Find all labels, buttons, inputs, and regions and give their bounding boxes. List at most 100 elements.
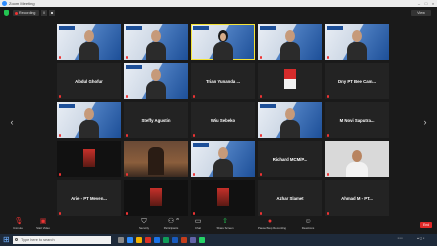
participant-tile[interactable]: [191, 24, 255, 60]
participant-tile[interactable]: [191, 141, 255, 177]
participants-button[interactable]: ⚇ Participants 25: [159, 218, 183, 233]
recording-indicator[interactable]: Recording: [13, 10, 39, 16]
participant-tile[interactable]: [57, 141, 121, 177]
file-explorer-icon[interactable]: [136, 237, 142, 243]
muted-mic-icon: [260, 172, 262, 176]
muted-mic-icon: [327, 94, 329, 98]
zoom-app-icon[interactable]: [127, 237, 133, 243]
participant-tile[interactable]: Azhar Slamet: [258, 180, 322, 216]
maximize-icon[interactable]: □: [423, 1, 429, 6]
encryption-shield-icon[interactable]: [4, 10, 9, 16]
end-meeting-button[interactable]: End: [420, 222, 432, 228]
participant-tile[interactable]: [258, 63, 322, 99]
participant-tile[interactable]: [124, 24, 188, 60]
share-label: Share Screen: [216, 226, 234, 230]
virtual-background-banner: [327, 26, 343, 30]
participant-tile[interactable]: M Novi Saputra...: [325, 102, 389, 138]
security-button[interactable]: ⛉ Security: [132, 218, 156, 233]
participant-name: Wiu Sebeko: [210, 117, 236, 123]
participant-name: M Novi Saputra...: [339, 117, 375, 123]
security-label: Security: [138, 226, 150, 230]
minimize-icon[interactable]: –: [416, 1, 422, 6]
record-button[interactable]: ● Pause/Stop Recording: [258, 218, 286, 233]
profile-picture: [284, 69, 296, 89]
share-screen-icon: ⇧: [222, 218, 228, 225]
profile-picture: [150, 188, 162, 206]
unmute-label: Unmute: [13, 226, 23, 230]
zoom-logo-icon: [2, 1, 7, 6]
browser-app-icon[interactable]: [145, 237, 151, 243]
whatsapp-app-icon[interactable]: [199, 237, 205, 243]
view-button[interactable]: View: [411, 10, 431, 16]
muted-mic-icon: [59, 211, 61, 215]
participant-tile[interactable]: Wiu Sebeko: [191, 102, 255, 138]
muted-mic-icon: [126, 211, 128, 215]
virtual-background-banner: [126, 65, 142, 69]
participant-video: [347, 30, 367, 60]
microphone-icon: 🎙: [14, 218, 24, 225]
unmute-button[interactable]: 🎙 Unmute: [6, 218, 30, 233]
word-app-icon[interactable]: [172, 237, 178, 243]
participant-tile[interactable]: [124, 63, 188, 99]
profile-picture: [217, 188, 229, 206]
participant-video: [213, 147, 233, 177]
muted-mic-icon: [260, 55, 262, 59]
edge-app-icon[interactable]: [154, 237, 160, 243]
stop-recording-button[interactable]: [49, 10, 55, 16]
participant-tile[interactable]: Dny PT Bee Cam...: [325, 63, 389, 99]
system-tray[interactable]: ▴ ◻ ◖: [410, 236, 432, 240]
next-page-arrow-icon[interactable]: ›: [422, 118, 428, 127]
reactions-button[interactable]: ☺ Reactions: [296, 218, 320, 233]
participant-tile[interactable]: Trian Yunanda ...: [191, 63, 255, 99]
participant-tile[interactable]: [57, 102, 121, 138]
teams-app-icon[interactable]: [190, 237, 196, 243]
participant-video: [148, 147, 164, 175]
record-icon: ●: [267, 218, 273, 225]
chat-button[interactable]: ▭ Chat: [186, 218, 210, 233]
task-view-icon[interactable]: [118, 237, 124, 243]
virtual-background-banner: [126, 26, 142, 30]
meeting-toolbar: End 🎙 Unmute ▣ Start Video ⛉ Security ⚇ Partici…: [0, 216, 437, 234]
muted-mic-icon: [126, 55, 128, 59]
muted-mic-icon: [59, 133, 61, 137]
window-title: Zoom Meeting: [9, 1, 35, 6]
excel-app-icon[interactable]: [163, 237, 169, 243]
virtual-background-banner: [260, 26, 276, 30]
previous-page-arrow-icon[interactable]: ‹: [9, 118, 15, 127]
participant-tile[interactable]: Arie - PT Meven...: [57, 180, 121, 216]
participant-tile[interactable]: [258, 102, 322, 138]
participant-tile[interactable]: [124, 141, 188, 177]
participant-tile[interactable]: [325, 141, 389, 177]
taskbar-search-placeholder: Type here to search: [21, 238, 55, 242]
participant-tile[interactable]: Richard MCM/P...: [258, 141, 322, 177]
participant-name: Abdul Ghofur: [75, 78, 103, 84]
participant-tile[interactable]: [124, 180, 188, 216]
participant-tile[interactable]: [191, 180, 255, 216]
participant-tile[interactable]: [57, 24, 121, 60]
participant-tile[interactable]: Ahmad M - PT...: [325, 180, 389, 216]
participant-tile[interactable]: [325, 24, 389, 60]
participant-tile[interactable]: [258, 24, 322, 60]
muted-mic-icon: [193, 172, 195, 176]
video-button[interactable]: ▣ Start Video: [31, 218, 55, 233]
close-icon[interactable]: ×: [430, 1, 436, 6]
participant-tile[interactable]: Steffy Agustin: [124, 102, 188, 138]
virtual-background-banner: [59, 26, 75, 30]
share-button[interactable]: ⇧ Share Screen: [213, 218, 237, 233]
system-clock[interactable]: ▪ ▪ ▪: [392, 236, 408, 240]
participant-tile[interactable]: Abdul Ghofur: [57, 63, 121, 99]
reactions-label: Reactions: [301, 226, 315, 230]
participant-video: [280, 108, 300, 138]
virtual-background-banner: [59, 104, 75, 108]
camera-icon: ▣: [39, 218, 47, 225]
powerpoint-app-icon[interactable]: [181, 237, 187, 243]
muted-mic-icon: [126, 172, 128, 176]
taskbar-search-box[interactable]: Type here to search: [13, 236, 111, 244]
windows-start-icon[interactable]: ⊞: [3, 236, 11, 244]
search-icon: [15, 238, 18, 241]
muted-mic-icon: [126, 133, 128, 137]
participant-name: Trian Yunanda ...: [205, 78, 241, 84]
windows-taskbar: ⊞ Type here to search ▪ ▪ ▪ ▴ ◻ ◖: [0, 234, 437, 246]
pause-recording-button[interactable]: ॥: [41, 10, 47, 16]
window-titlebar: Zoom Meeting – □ ×: [0, 0, 437, 7]
